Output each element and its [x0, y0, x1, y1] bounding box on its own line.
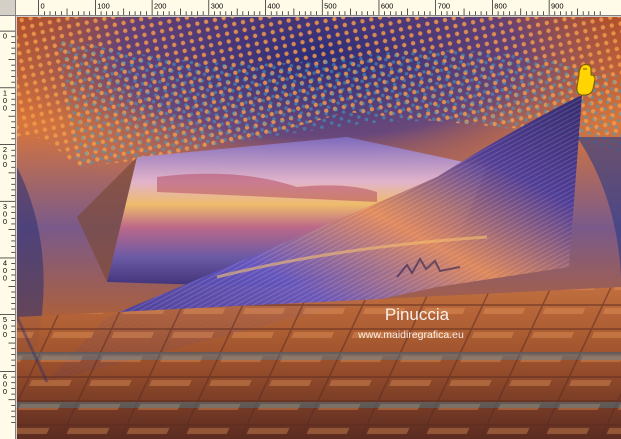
- ruler-label-left: 0: [3, 217, 7, 226]
- ruler-label-top: 100: [97, 1, 110, 10]
- ruler-label-left: 0: [3, 103, 7, 112]
- ruler-label-top: 0: [41, 1, 45, 10]
- ruler-label-left: 0: [3, 330, 7, 339]
- artwork: [17, 17, 621, 439]
- ruler-label-top: 900: [551, 1, 564, 10]
- vertical-ruler[interactable]: 0100200300400500600: [0, 16, 16, 439]
- ruler-label-top: 200: [154, 1, 167, 10]
- ruler-label-top: 600: [381, 1, 394, 10]
- ruler-label-top: 400: [267, 1, 280, 10]
- ruler-label-top: 500: [324, 1, 337, 10]
- ruler-label-top: 300: [211, 1, 224, 10]
- image-window: 0 100 200 300 400 500 600 700 800 900 0 100 200 300 4…: [0, 0, 621, 439]
- ruler-label-left: 0: [3, 387, 7, 396]
- horizontal-ruler[interactable]: 0 100 200 300 400 500 600 700 800 900: [16, 0, 621, 16]
- ruler-corner: [0, 0, 16, 16]
- image-canvas[interactable]: Pinuccia www.maidiregrafica.eu: [17, 17, 621, 439]
- ruler-label-top: 700: [438, 1, 451, 10]
- ruler-label-left: 0: [3, 160, 7, 169]
- ruler-label-left: 0: [3, 32, 7, 41]
- ruler-label-left: 0: [3, 273, 7, 282]
- ruler-label-top: 800: [494, 1, 507, 10]
